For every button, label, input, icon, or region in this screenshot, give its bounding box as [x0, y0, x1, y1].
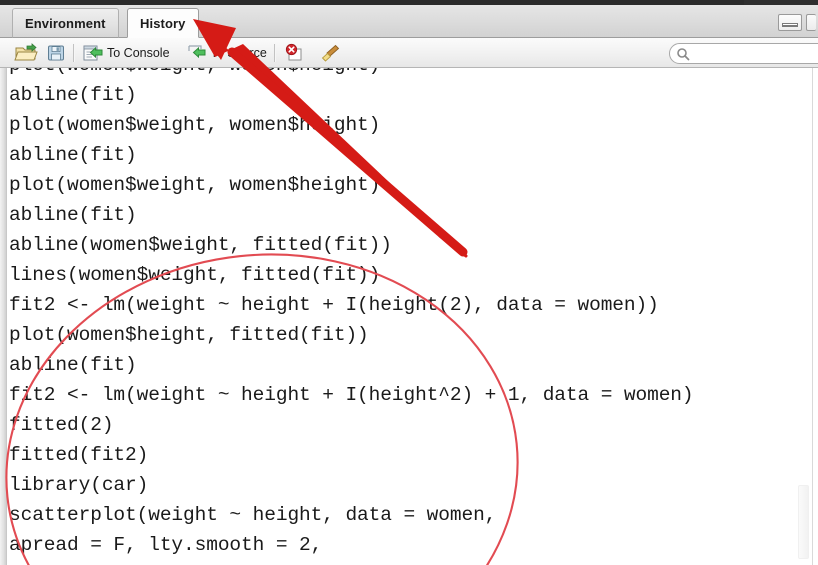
clear-all-broom-icon: [321, 44, 339, 62]
history-line[interactable]: fit2 <- lm(weight ~ height + I(height^2)…: [9, 380, 818, 410]
history-lines: plot(women$weight, women$height) abline(…: [9, 68, 818, 560]
load-history-button[interactable]: [14, 41, 38, 65]
maximize-pane-button[interactable]: [806, 14, 816, 31]
tab-history-label: History: [140, 15, 186, 31]
to-console-button[interactable]: To Console: [82, 41, 170, 65]
to-console-label: To Console: [107, 45, 170, 60]
tab-environment[interactable]: Environment: [12, 8, 119, 38]
history-line[interactable]: apread = F, lty.smooth = 2,: [9, 530, 818, 560]
remove-entry-button[interactable]: [283, 41, 307, 65]
history-line[interactable]: fitted(fit2): [9, 440, 818, 470]
to-source-label: To Source: [210, 45, 267, 60]
history-line[interactable]: abline(fit): [9, 80, 818, 110]
minimize-pane-button[interactable]: [778, 14, 802, 31]
save-history-button[interactable]: [46, 41, 66, 65]
vertical-scrollbar-thumb[interactable]: [798, 485, 809, 559]
history-line[interactable]: scatterplot(weight ~ height, data = wome…: [9, 500, 818, 530]
history-line[interactable]: lines(women$weight, fitted(fit)): [9, 260, 818, 290]
tab-history[interactable]: History: [127, 8, 199, 38]
history-line[interactable]: plot(women$weight, women$height): [9, 170, 818, 200]
history-line[interactable]: fit2 <- lm(weight ~ height + I(height(2)…: [9, 290, 818, 320]
history-search-box[interactable]: [669, 43, 818, 64]
history-list-area[interactable]: plot(women$weight, women$height) abline(…: [0, 68, 818, 565]
history-line[interactable]: abline(fit): [9, 200, 818, 230]
open-folder-icon: [14, 42, 38, 60]
tab-environment-label: Environment: [25, 15, 106, 31]
toolbar-separator-1: [73, 43, 75, 62]
to-source-button[interactable]: To Source: [184, 41, 267, 65]
remove-entry-icon: [285, 43, 302, 60]
history-line[interactable]: abline(fit): [9, 140, 818, 170]
to-source-arrow-icon: [187, 44, 206, 58]
save-disk-icon: [48, 45, 64, 60]
rstudio-history-pane: Environment History To Console To Source…: [0, 0, 818, 565]
history-line[interactable]: fitted(2): [9, 410, 818, 440]
history-line[interactable]: plot(women$weight, women$height): [9, 68, 818, 80]
history-left-gutter: [0, 68, 7, 565]
clear-all-button[interactable]: [319, 41, 343, 65]
search-input[interactable]: [694, 46, 818, 61]
search-icon: [677, 47, 690, 60]
minimize-icon: [782, 23, 798, 27]
history-line[interactable]: plot(women$height, fitted(fit)): [9, 320, 818, 350]
history-line[interactable]: plot(women$weight, women$height): [9, 110, 818, 140]
to-console-arrow-icon: [83, 45, 103, 60]
pane-tab-bar: Environment History: [0, 5, 818, 38]
history-line[interactable]: abline(fit): [9, 350, 818, 380]
pane-window-controls: [778, 14, 816, 31]
toolbar-separator-2: [273, 43, 276, 62]
history-line[interactable]: abline(women$weight, fitted(fit)): [9, 230, 818, 260]
history-line[interactable]: library(car): [9, 470, 818, 500]
history-right-rule: [812, 68, 813, 565]
